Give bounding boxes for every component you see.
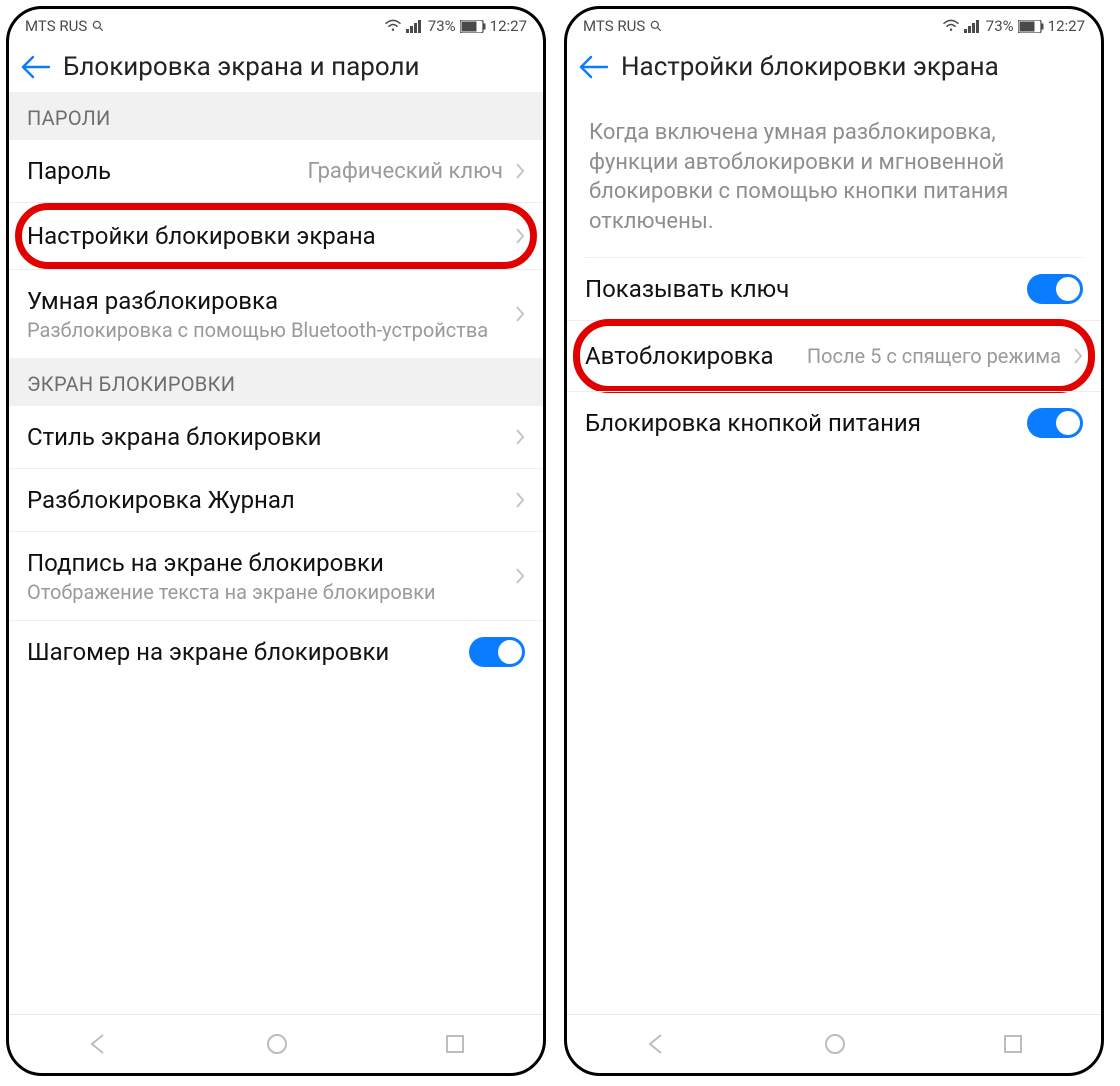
chevron-right-icon [515, 567, 525, 585]
chevron-right-icon [515, 491, 525, 509]
app-bar: Блокировка экрана и пароли [9, 40, 543, 92]
row-unlock-journal[interactable]: Разблокировка Журнал [9, 468, 543, 531]
nav-back-icon[interactable] [86, 1032, 110, 1056]
toggle-on[interactable] [469, 637, 525, 667]
row-lock-style[interactable]: Стиль экрана блокировки [9, 406, 543, 468]
help-text: Когда включена умная разблокировка, функ… [567, 92, 1101, 257]
wifi-icon [384, 19, 402, 33]
battery-icon [1018, 20, 1044, 33]
toggle-on[interactable] [1027, 408, 1083, 438]
row-value: После 5 с спящего режима [807, 344, 1061, 368]
row-label: Умная разблокировка [27, 286, 509, 316]
row-password[interactable]: Пароль Графический ключ [9, 140, 543, 202]
row-smart-unlock[interactable]: Умная разблокировка Разблокировка с помо… [9, 269, 543, 358]
row-pedometer[interactable]: Шагомер на экране блокировки [9, 620, 543, 683]
row-sub: Разблокировка с помощью Bluetooth-устрой… [27, 318, 509, 342]
battery-percent: 73% [986, 17, 1014, 35]
row-label: Показывать ключ [585, 274, 1027, 304]
row-label: Стиль экрана блокировки [27, 422, 509, 452]
carrier-label: MTS RUS [583, 17, 645, 35]
wifi-icon [942, 19, 960, 33]
row-autolock[interactable]: Автоблокировка После 5 с спящего режима [567, 320, 1101, 391]
chevron-right-icon [515, 162, 525, 180]
row-label: Пароль [27, 156, 308, 186]
search-icon [91, 19, 105, 33]
back-arrow-icon[interactable] [19, 54, 53, 80]
clock-label: 12:27 [490, 17, 527, 35]
row-lock-settings[interactable]: Настройки блокировки экрана [9, 202, 543, 269]
section-lockscreen: ЭКРАН БЛОКИРОВКИ [9, 358, 543, 406]
chevron-right-icon [515, 227, 525, 245]
row-power-lock[interactable]: Блокировка кнопкой питания [567, 391, 1101, 454]
nav-recent-icon[interactable] [1002, 1033, 1024, 1055]
signal-icon [964, 19, 982, 33]
nav-home-icon[interactable] [265, 1032, 289, 1056]
row-lock-signature[interactable]: Подпись на экране блокировки Отображение… [9, 531, 543, 620]
page-title: Блокировка экрана и пароли [63, 52, 419, 82]
nav-back-icon[interactable] [644, 1032, 668, 1056]
battery-icon [460, 20, 486, 33]
phone-right: MTS RUS 73% 12:27 Настройки блокировки э… [564, 6, 1104, 1076]
chevron-right-icon [515, 305, 525, 323]
signal-icon [406, 19, 424, 33]
chevron-right-icon [515, 428, 525, 446]
toggle-on[interactable] [1027, 274, 1083, 304]
row-label: Шагомер на экране блокировки [27, 637, 469, 667]
status-bar: MTS RUS 73% 12:27 [567, 9, 1101, 40]
row-show-key[interactable]: Показывать ключ [567, 258, 1101, 320]
chevron-right-icon [1073, 347, 1083, 365]
page-title: Настройки блокировки экрана [621, 52, 999, 82]
nav-bar [9, 1014, 543, 1073]
search-icon [649, 19, 663, 33]
row-label: Подпись на экране блокировки [27, 548, 509, 578]
section-passwords: ПАРОЛИ [9, 92, 543, 140]
row-value: Графический ключ [308, 159, 503, 184]
app-bar: Настройки блокировки экрана [567, 40, 1101, 92]
carrier-label: MTS RUS [25, 17, 87, 35]
row-label: Блокировка кнопкой питания [585, 408, 1027, 438]
row-label: Настройки блокировки экрана [27, 221, 509, 251]
phone-left: MTS RUS 73% 12:27 Блокировка экрана и па… [6, 6, 546, 1076]
nav-recent-icon[interactable] [444, 1033, 466, 1055]
battery-percent: 73% [428, 17, 456, 35]
clock-label: 12:27 [1048, 17, 1085, 35]
row-sub: Отображение текста на экране блокировки [27, 580, 509, 604]
nav-home-icon[interactable] [823, 1032, 847, 1056]
status-bar: MTS RUS 73% 12:27 [9, 9, 543, 40]
nav-bar [567, 1014, 1101, 1073]
row-label: Автоблокировка [585, 341, 807, 371]
back-arrow-icon[interactable] [577, 54, 611, 80]
row-label: Разблокировка Журнал [27, 485, 509, 515]
